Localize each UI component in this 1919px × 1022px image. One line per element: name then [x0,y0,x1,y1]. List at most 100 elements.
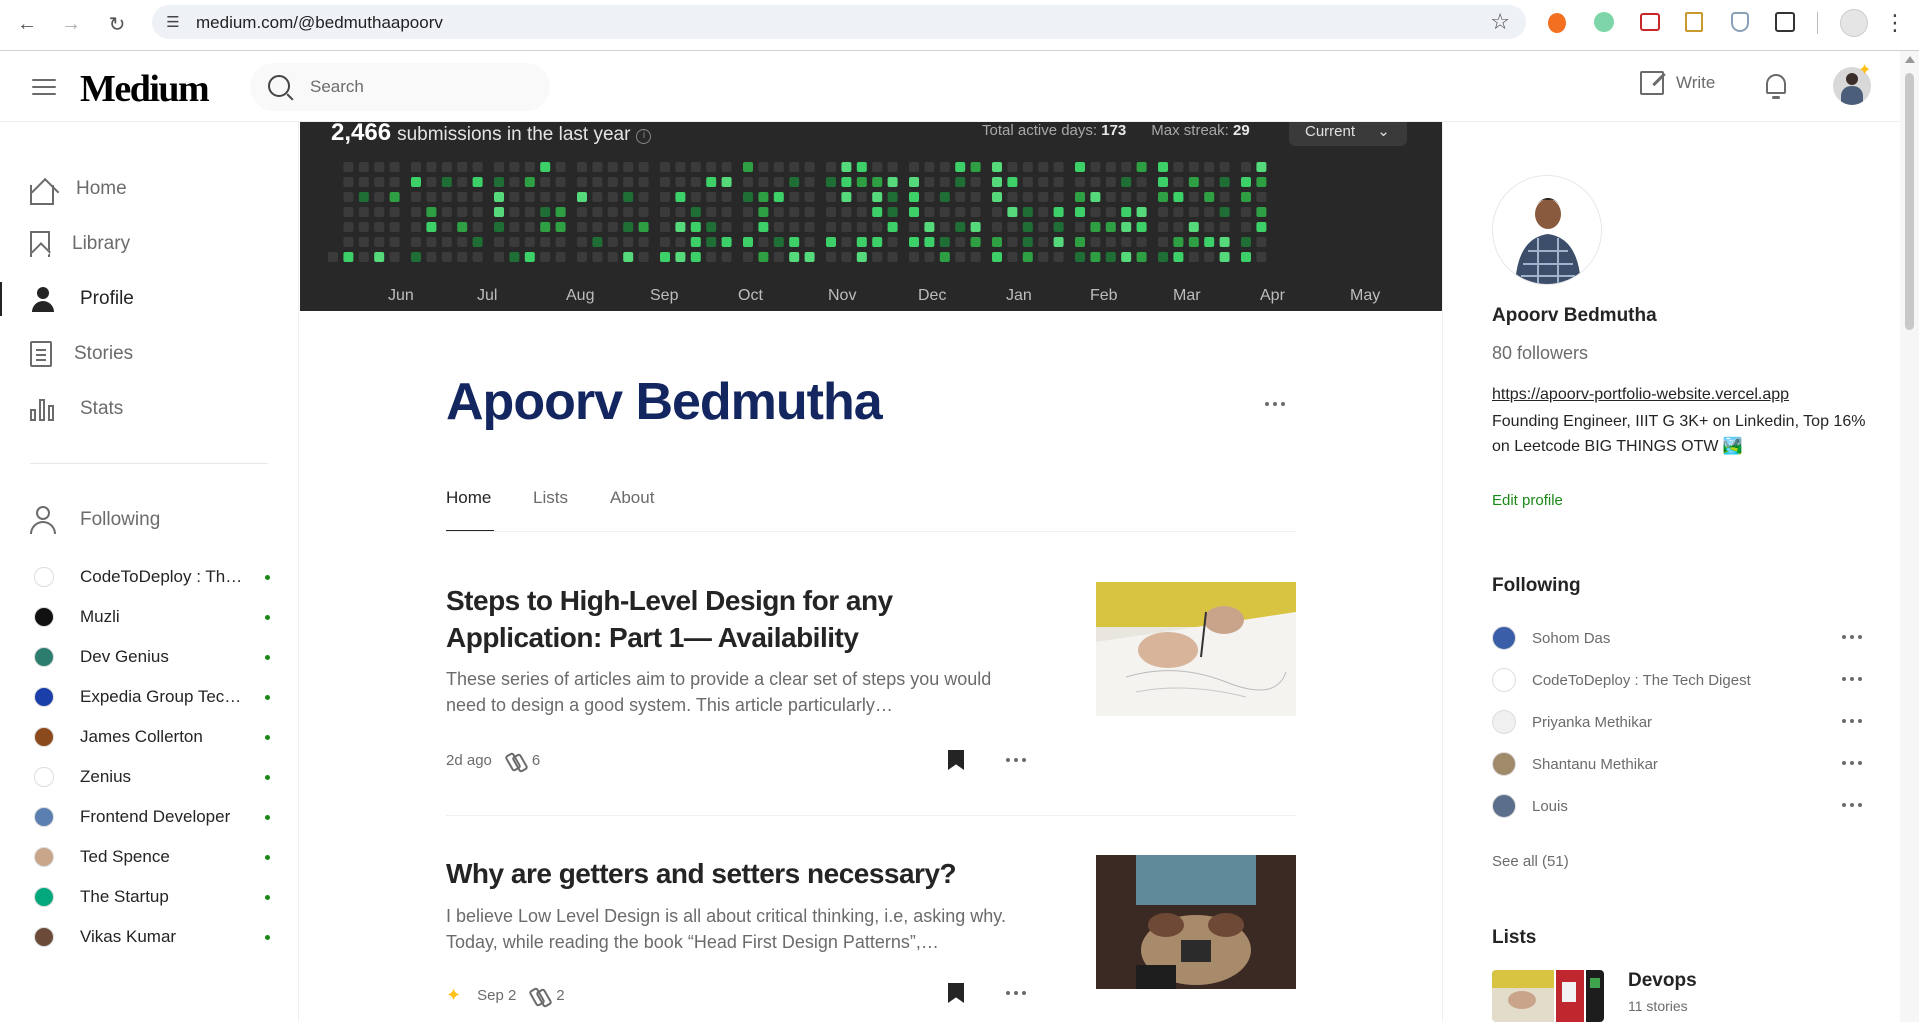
heatmap-cell[interactable] [690,207,701,217]
heatmap-cell[interactable] [1105,222,1116,232]
heatmap-cell[interactable] [856,237,867,247]
menu-icon[interactable] [32,79,56,95]
heatmap-cell[interactable] [426,252,437,262]
heatmap-cell[interactable] [389,192,400,202]
heatmap-cell[interactable] [1256,207,1267,217]
heatmap-cell[interactable] [887,192,898,202]
heatmap-cell[interactable] [841,237,852,247]
heatmap-cell[interactable] [1075,252,1085,262]
heatmap-cell[interactable] [804,177,815,187]
heatmap-cell[interactable] [909,162,919,172]
write-button[interactable]: Write [1640,71,1715,95]
heatmap-cell[interactable] [924,162,935,172]
heatmap-cell[interactable] [374,177,385,187]
heatmap-cell[interactable] [1158,162,1168,172]
heatmap-cell[interactable] [856,252,867,262]
heatmap-cell[interactable] [970,162,981,172]
heatmap-cell[interactable] [540,222,551,232]
heatmap-cell[interactable] [524,252,535,262]
heatmap-cell[interactable] [909,207,919,217]
heatmap-cell[interactable] [924,222,935,232]
heatmap-cell[interactable] [343,162,354,172]
heatmap-cell[interactable] [494,222,504,232]
heatmap-cell[interactable] [804,252,815,262]
heatmap-cell[interactable] [441,237,452,247]
heatmap-cell[interactable] [758,237,769,247]
heatmap-cell[interactable] [1022,237,1033,247]
heatmap-cell[interactable] [426,192,437,202]
heatmap-cell[interactable] [1256,237,1267,247]
heatmap-cell[interactable] [955,162,966,172]
heatmap-cell[interactable] [1173,177,1184,187]
heatmap-cell[interactable] [773,207,784,217]
heatmap-cell[interactable] [1090,192,1101,202]
more-options-icon[interactable] [1842,761,1866,767]
heatmap-cell[interactable] [841,177,852,187]
heatmap-cell[interactable] [743,177,753,187]
heatmap-cell[interactable] [743,207,753,217]
list-title[interactable]: Devops [1628,970,1697,992]
heatmap-cell[interactable] [1075,162,1085,172]
extension-icon[interactable] [1594,12,1614,32]
heatmap-cell[interactable] [494,192,504,202]
more-options-icon[interactable] [1842,803,1866,809]
heatmap-cell[interactable] [389,237,400,247]
heatmap-cell[interactable] [457,222,468,232]
heatmap-cell[interactable] [555,177,566,187]
heatmap-cell[interactable] [758,162,769,172]
sidebar-item-library[interactable]: Library [30,227,130,261]
heatmap-cell[interactable] [804,192,815,202]
heatmap-cell[interactable] [1075,192,1085,202]
heatmap-cell[interactable] [1241,237,1251,247]
heatmap-cell[interactable] [1038,237,1049,247]
more-options-icon[interactable] [1842,677,1866,683]
heatmap-cell[interactable] [441,162,452,172]
heatmap-cell[interactable] [690,177,701,187]
post-title[interactable]: Steps to High-Level Design for any Appli… [446,582,1026,656]
heatmap-cell[interactable] [1173,252,1184,262]
heatmap-cell[interactable] [555,237,566,247]
heatmap-cell[interactable] [1204,207,1215,217]
heatmap-cell[interactable] [872,252,883,262]
following-item[interactable]: Vikas Kumar [34,925,270,949]
list-thumbnails[interactable] [1492,970,1604,1022]
heatmap-cell[interactable] [509,222,520,232]
heatmap-cell[interactable] [856,207,867,217]
heatmap-cell[interactable] [1022,252,1033,262]
heatmap-cell[interactable] [343,252,354,262]
heatmap-cell[interactable] [841,207,852,217]
heatmap-cell[interactable] [343,177,354,187]
shield-extension-icon[interactable] [1731,12,1749,32]
sidebar-profile-name[interactable]: Apoorv Bedmutha [1492,305,1657,327]
heatmap-cell[interactable] [524,222,535,232]
heatmap-cell[interactable] [441,192,452,202]
bookmark-star-icon[interactable]: ☆ [1490,9,1510,35]
heatmap-cell[interactable] [675,237,686,247]
heatmap-cell[interactable] [1204,162,1215,172]
heatmap-cell[interactable] [887,237,898,247]
extension-icon[interactable] [1640,13,1660,31]
heatmap-cell[interactable] [1158,177,1168,187]
heatmap-cell[interactable] [607,252,618,262]
heatmap-cell[interactable] [1136,207,1147,217]
heatmap-cell[interactable] [1241,222,1251,232]
heatmap-cell[interactable] [577,252,587,262]
heatmap-cell[interactable] [690,162,701,172]
heatmap-cell[interactable] [660,162,670,172]
heatmap-cell[interactable] [509,252,520,262]
extensions-puzzle-icon[interactable] [1775,12,1795,32]
heatmap-cell[interactable] [924,207,935,217]
heatmap-cell[interactable] [509,207,520,217]
heatmap-cell[interactable] [555,252,566,262]
heatmap-cell[interactable] [411,207,421,217]
heatmap-cell[interactable] [773,222,784,232]
post-more-icon[interactable] [1006,758,1030,764]
heatmap-cell[interactable] [1173,237,1184,247]
heatmap-cell[interactable] [1241,162,1251,172]
heatmap-cell[interactable] [721,162,732,172]
heatmap-cell[interactable] [773,162,784,172]
post-thumbnail[interactable] [1096,582,1296,716]
heatmap-cell[interactable] [758,207,769,217]
search-box[interactable]: Search [250,63,550,111]
sidebar-item-following[interactable]: Following [30,503,160,537]
